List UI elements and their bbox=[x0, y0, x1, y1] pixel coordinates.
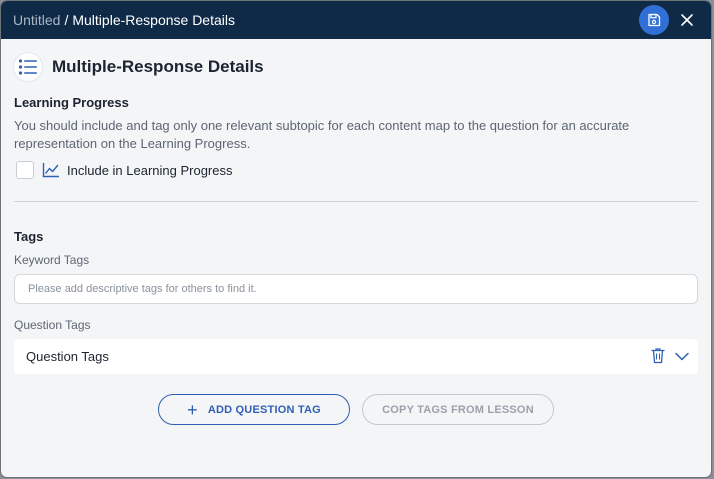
tag-actions-row: + ADD QUESTION TAG COPY TAGS FROM LESSON bbox=[14, 394, 698, 425]
keyword-tags-label: Keyword Tags bbox=[14, 253, 90, 267]
learning-progress-title: Learning Progress bbox=[14, 95, 129, 110]
breadcrumb-separator: / bbox=[64, 12, 69, 28]
page-title: Multiple-Response Details bbox=[52, 57, 264, 76]
learning-progress-description: You should include and tag only one rele… bbox=[14, 118, 630, 151]
breadcrumb-root[interactable]: Untitled bbox=[13, 12, 60, 28]
list-icon bbox=[14, 53, 42, 81]
section-divider bbox=[14, 201, 698, 202]
question-tags-dropdown[interactable]: Question Tags bbox=[14, 339, 698, 374]
line-chart-icon bbox=[42, 163, 59, 178]
tags-title: Tags bbox=[14, 229, 44, 244]
save-icon bbox=[648, 13, 661, 27]
save-button[interactable] bbox=[639, 5, 669, 35]
multiple-response-details-dialog: Untitled / Multiple-Response Details Mul… bbox=[1, 1, 711, 477]
question-tags-label: Question Tags bbox=[14, 318, 91, 332]
close-button[interactable] bbox=[677, 10, 697, 30]
add-question-tag-button[interactable]: + ADD QUESTION TAG bbox=[158, 394, 350, 425]
question-tags-box-text: Question Tags bbox=[26, 349, 109, 364]
title-bar: Untitled / Multiple-Response Details bbox=[1, 1, 711, 39]
close-icon bbox=[681, 14, 693, 26]
add-question-tag-label: ADD QUESTION TAG bbox=[207, 403, 321, 416]
breadcrumb-current: Multiple-Response Details bbox=[72, 12, 235, 28]
title-actions bbox=[639, 5, 697, 35]
trash-icon[interactable] bbox=[650, 347, 666, 364]
dialog-content: Multiple-Response Details Learning Progr… bbox=[1, 53, 711, 425]
include-learning-progress-checkbox[interactable] bbox=[16, 161, 34, 179]
keyword-tags-input[interactable] bbox=[14, 274, 698, 304]
plus-icon: + bbox=[187, 399, 198, 420]
header-row: Multiple-Response Details bbox=[14, 53, 698, 81]
include-learning-progress-row[interactable]: Include in Learning Progress bbox=[14, 161, 698, 179]
chevron-down-icon[interactable] bbox=[674, 348, 690, 364]
copy-tags-label: COPY TAGS FROM LESSON bbox=[382, 403, 534, 416]
question-tags-actions bbox=[650, 347, 690, 364]
include-learning-progress-label: Include in Learning Progress bbox=[67, 162, 233, 178]
copy-tags-from-lesson-button[interactable]: COPY TAGS FROM LESSON bbox=[362, 394, 554, 425]
